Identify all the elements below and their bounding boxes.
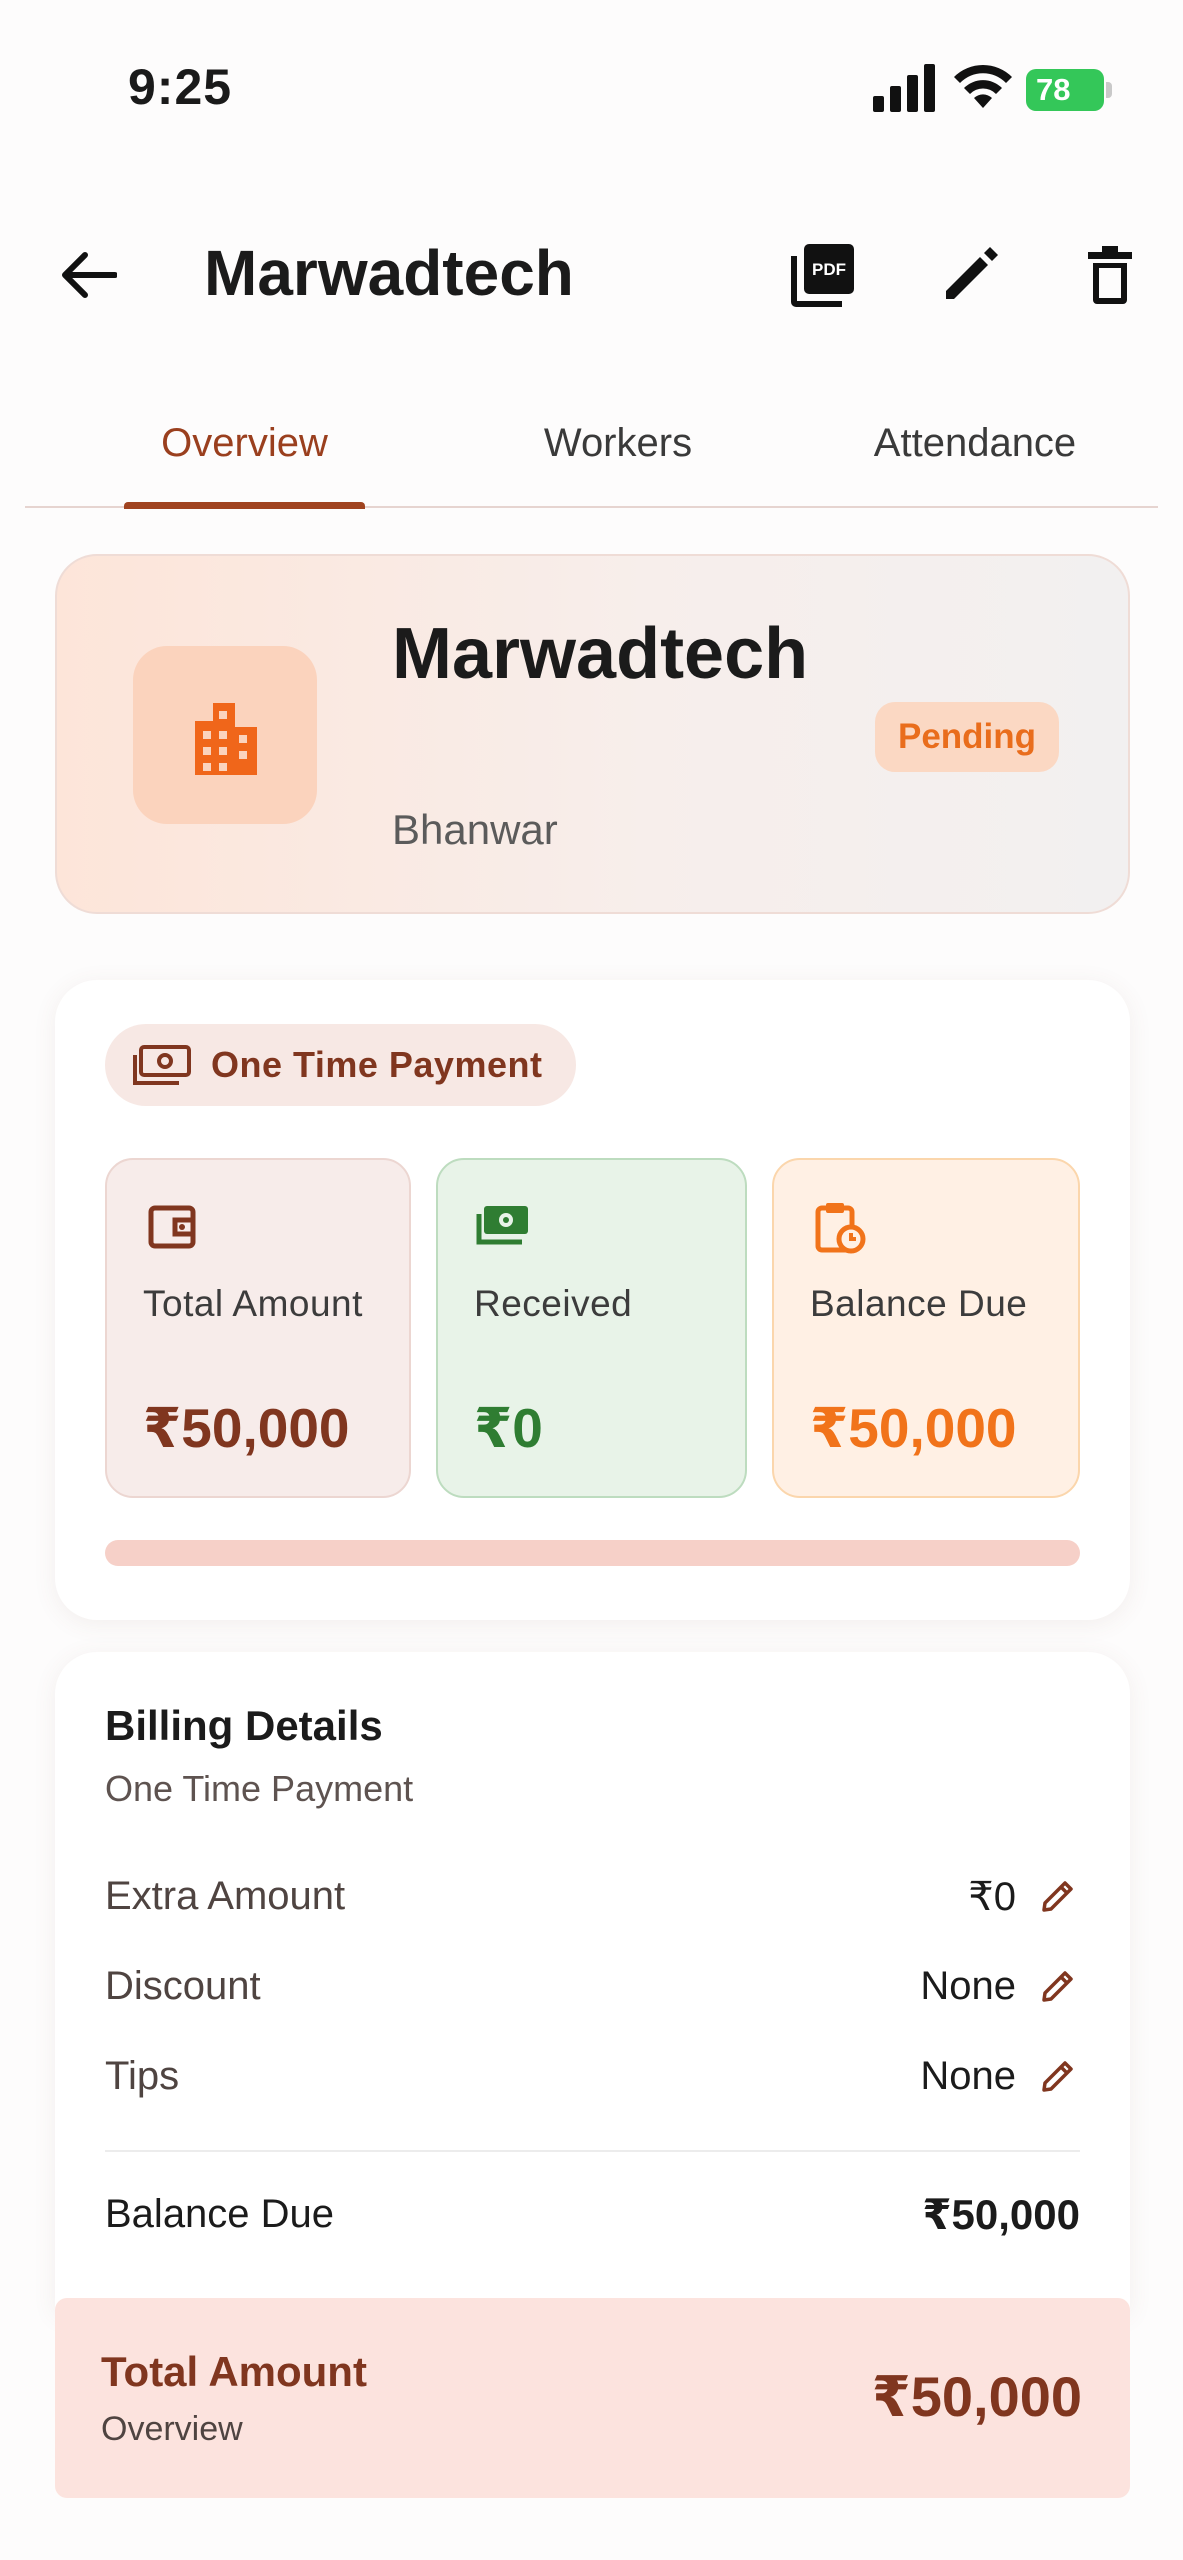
- tab-overview[interactable]: Overview: [124, 380, 365, 506]
- billing-row-extra-amount: Extra Amount ₹0: [105, 1862, 1080, 1932]
- summary-title: Total Amount: [101, 2348, 367, 2395]
- balance-due-label: Balance Due: [810, 1283, 1028, 1324]
- billing-balance-due-label: Balance Due: [105, 2192, 335, 2236]
- received-stat: Received ₹0: [436, 1158, 747, 1498]
- tab-workers[interactable]: Workers: [493, 380, 743, 506]
- pencil-icon: [1042, 1881, 1073, 1912]
- edit-project-button[interactable]: [925, 230, 1015, 320]
- billing-row-value: None: [920, 2054, 1016, 2098]
- wallet-icon: [148, 1205, 196, 1249]
- back-arrow-icon: [62, 252, 117, 298]
- pencil-icon: [1042, 1971, 1073, 2002]
- back-button[interactable]: [44, 230, 134, 320]
- edit-extra-amount-button[interactable]: [1036, 1874, 1080, 1918]
- building-icon: [195, 703, 257, 775]
- payment-summary-card: One Time Payment Total Amount ₹50,000 Re…: [55, 980, 1130, 1620]
- balance-due-value: ₹50,000: [810, 1397, 1017, 1459]
- page-title: Marwadtech: [204, 237, 574, 309]
- project-name: Marwadtech: [392, 614, 809, 694]
- billing-title: Billing Details: [105, 1702, 383, 1749]
- payment-progress-bar: [105, 1540, 1080, 1566]
- signal-icon: [873, 64, 935, 112]
- app-bar: Marwadtech PDF: [0, 200, 1183, 350]
- cash-icon: [133, 1045, 191, 1085]
- total-amount-label: Total Amount: [143, 1283, 363, 1324]
- pdf-icon-label: PDF: [812, 260, 846, 279]
- tab-bar: Overview Workers Attendance: [25, 380, 1158, 509]
- pencil-icon: [1042, 2061, 1073, 2092]
- summary-total-value: ₹50,000: [871, 2365, 1082, 2428]
- cash-icon: [476, 1206, 528, 1245]
- status-badge: Pending: [875, 702, 1059, 772]
- total-amount-stat: Total Amount ₹50,000: [105, 1158, 411, 1498]
- total-summary-bar: Total Amount Overview ₹50,000: [55, 2298, 1130, 2498]
- clipboard-clock-icon: [815, 1203, 866, 1254]
- billing-details-card: Billing Details One Time Payment Extra A…: [55, 1652, 1130, 2312]
- battery-icon: 78: [1026, 69, 1112, 111]
- billing-row-label: Discount: [105, 1964, 261, 2008]
- project-client: Bhanwar: [392, 806, 558, 853]
- billing-row-value: None: [920, 1964, 1016, 2008]
- export-pdf-button[interactable]: PDF: [778, 230, 868, 320]
- billing-balance-due-row: Balance Due ₹50,000: [105, 2182, 1080, 2252]
- edit-tips-button[interactable]: [1036, 2054, 1080, 2098]
- billing-row-label: Extra Amount: [105, 1874, 346, 1918]
- delete-project-button[interactable]: [1065, 230, 1155, 320]
- billing-subtitle: One Time Payment: [105, 1768, 414, 1809]
- billing-row-discount: Discount None: [105, 1952, 1080, 2022]
- wifi-icon: [954, 64, 1012, 108]
- received-label: Received: [474, 1283, 633, 1324]
- status-bar: 9:25 78: [0, 0, 1183, 180]
- battery-tip: [1106, 82, 1112, 98]
- status-time: 9:25: [128, 59, 233, 115]
- billing-row-value: ₹0: [968, 1875, 1016, 1919]
- delete-icon: [1088, 246, 1132, 304]
- battery-level: 78: [1026, 69, 1104, 111]
- summary-subtitle: Overview: [101, 2410, 243, 2448]
- billing-row-tips: Tips None: [105, 2042, 1080, 2112]
- payment-type-badge: One Time Payment: [105, 1024, 577, 1106]
- active-tab-indicator: [124, 502, 365, 509]
- billing-divider: [105, 2150, 1080, 2152]
- payment-type-label: One Time Payment: [211, 1044, 543, 1085]
- total-amount-value: ₹50,000: [143, 1397, 350, 1459]
- edit-discount-button[interactable]: [1036, 1964, 1080, 2008]
- pdf-icon: PDF: [791, 244, 854, 307]
- project-header-card: Marwadtech Bhanwar Pending: [55, 554, 1130, 914]
- received-value: ₹0: [474, 1397, 543, 1459]
- edit-icon: [946, 247, 998, 299]
- project-icon-box: [133, 646, 317, 824]
- tab-attendance[interactable]: Attendance: [825, 380, 1125, 506]
- billing-balance-due-value: ₹50,000: [922, 2191, 1080, 2238]
- billing-row-label: Tips: [105, 2054, 180, 2098]
- project-detail-screen: 9:25 78 Marwadtech PDF Overview Workers …: [0, 0, 1183, 2560]
- balance-due-stat: Balance Due ₹50,000: [772, 1158, 1080, 1498]
